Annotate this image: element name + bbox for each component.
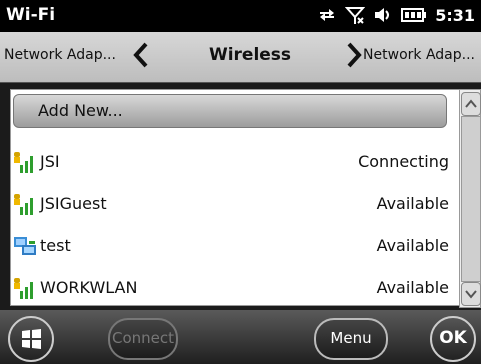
app-title: Wi-Fi bbox=[6, 5, 56, 25]
add-new-button[interactable]: Add New... bbox=[13, 94, 447, 128]
connect-label: Connect bbox=[111, 329, 175, 347]
adhoc-network-icon bbox=[14, 237, 36, 255]
network-list: Add New... JSI Connecting JSIGuest Avail… bbox=[10, 89, 460, 306]
ok-label: OK bbox=[439, 328, 467, 348]
network-row[interactable]: JSI Connecting bbox=[11, 142, 451, 182]
menu-label: Menu bbox=[330, 329, 372, 347]
network-row[interactable]: WORKWLAN Available bbox=[11, 268, 451, 305]
chevron-down-icon bbox=[465, 290, 477, 299]
clock: 5:31 bbox=[435, 5, 475, 25]
connect-button[interactable]: Connect bbox=[108, 318, 178, 360]
network-row[interactable]: test Available bbox=[11, 226, 451, 266]
tab-navigation-bar: Network Adap... Wireless Network Adap... bbox=[0, 32, 481, 83]
battery-icon bbox=[401, 8, 427, 22]
chevron-up-icon bbox=[465, 99, 477, 108]
windows-logo-icon bbox=[22, 329, 41, 349]
secure-signal-icon bbox=[14, 278, 33, 299]
next-tab-label[interactable]: Network Adap... bbox=[363, 47, 475, 63]
secure-signal-icon bbox=[14, 194, 33, 215]
current-tab-title: Wireless bbox=[208, 45, 292, 65]
menu-button[interactable]: Menu bbox=[314, 318, 388, 360]
start-button[interactable] bbox=[8, 316, 54, 362]
scroll-down-button[interactable] bbox=[461, 282, 481, 306]
status-icons: 5:31 bbox=[317, 5, 475, 25]
scroll-track[interactable] bbox=[461, 116, 481, 282]
soft-key-bar: Connect Menu OK bbox=[0, 310, 481, 364]
ok-button[interactable]: OK bbox=[430, 316, 476, 362]
network-name: JSI bbox=[40, 152, 60, 171]
no-signal-icon bbox=[345, 7, 366, 24]
scroll-up-button[interactable] bbox=[461, 92, 481, 116]
chevron-left-icon[interactable] bbox=[130, 42, 152, 68]
network-status: Available bbox=[376, 236, 449, 255]
network-name: test bbox=[40, 236, 71, 255]
secure-signal-icon bbox=[14, 152, 33, 173]
data-transfer-icon bbox=[320, 9, 335, 21]
network-status: Available bbox=[376, 278, 449, 297]
network-status: Available bbox=[376, 194, 449, 213]
volume-icon bbox=[375, 8, 390, 22]
network-name: JSIGuest bbox=[40, 194, 107, 213]
content-area: Add New... JSI Connecting JSIGuest Avail… bbox=[0, 83, 481, 310]
prev-tab-label[interactable]: Network Adap... bbox=[4, 47, 116, 63]
chevron-right-icon[interactable] bbox=[343, 42, 365, 68]
status-bar: Wi-Fi 5:31 bbox=[0, 0, 481, 32]
network-status: Connecting bbox=[358, 152, 449, 171]
scrollbar[interactable] bbox=[459, 89, 481, 308]
network-name: WORKWLAN bbox=[40, 278, 138, 297]
network-row[interactable]: JSIGuest Available bbox=[11, 184, 451, 224]
add-new-label: Add New... bbox=[38, 101, 123, 120]
